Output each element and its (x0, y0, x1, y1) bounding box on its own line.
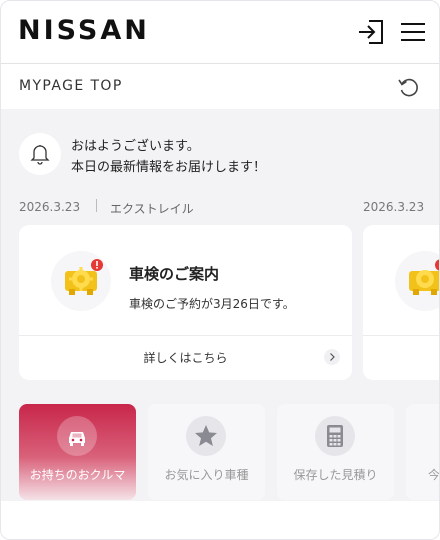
card-title: 車検のご案内 (129, 265, 220, 283)
tile-label: 保存した見積り (293, 468, 378, 482)
brand-logo[interactable]: NISSAN (18, 15, 150, 46)
details-link[interactable]: 詳しくはこちら (19, 335, 352, 380)
greeting-line-2: 本日の最新情報をお届けします！ (71, 160, 267, 175)
tile-label: お気に入り車種 (164, 468, 249, 482)
car-inspection-gear-icon (395, 251, 439, 311)
hamburger-menu-icon[interactable] (401, 21, 425, 43)
star-icon (186, 416, 226, 456)
refresh-icon[interactable] (397, 75, 421, 99)
chevron-right-icon (324, 349, 340, 365)
car-icon (57, 416, 97, 456)
tile-partial[interactable]: 今 (406, 404, 440, 500)
bell-icon (30, 145, 50, 165)
feed-date: 2026.3.23 (19, 200, 81, 214)
inspection-notice-card-next[interactable] (363, 225, 439, 380)
feed-car-name: エクストレイル (110, 202, 194, 216)
page-subheader: MYPAGE TOP (1, 63, 439, 109)
tile-label: 今 (428, 468, 440, 482)
page-title: MYPAGE TOP (19, 78, 123, 94)
app-frame: NISSAN MYPAGE TOP おはようございます。 本日の最新情報をお届け… (0, 0, 440, 540)
greeting-notice: おはようございます。 本日の最新情報をお届けします！ (19, 129, 429, 179)
details-link-label: 詳しくはこちら (143, 351, 228, 365)
tile-saved-quotes[interactable]: 保存した見積り (277, 404, 394, 500)
tile-label: お持ちのおクルマ (29, 468, 126, 482)
greeting-line-1: おはようございます。 (71, 139, 200, 154)
header: NISSAN (1, 1, 439, 63)
bell-icon-wrapper (19, 133, 61, 175)
bottom-area (1, 501, 439, 539)
tile-my-cars[interactable]: お持ちのおクルマ (19, 404, 136, 500)
divider (96, 199, 97, 212)
card-message: 車検のご予約が3月26日です。 (129, 297, 295, 311)
divider (363, 335, 439, 336)
car-inspection-gear-icon (51, 251, 111, 311)
inspection-notice-card[interactable]: 車検のご案内 車検のご予約が3月26日です。 詳しくはこちら (19, 225, 352, 380)
tile-favorite-models[interactable]: お気に入り車種 (148, 404, 265, 500)
login-icon[interactable] (357, 19, 385, 45)
calculator-icon (315, 416, 355, 456)
feed-date-next: 2026.3.23 (363, 200, 425, 214)
